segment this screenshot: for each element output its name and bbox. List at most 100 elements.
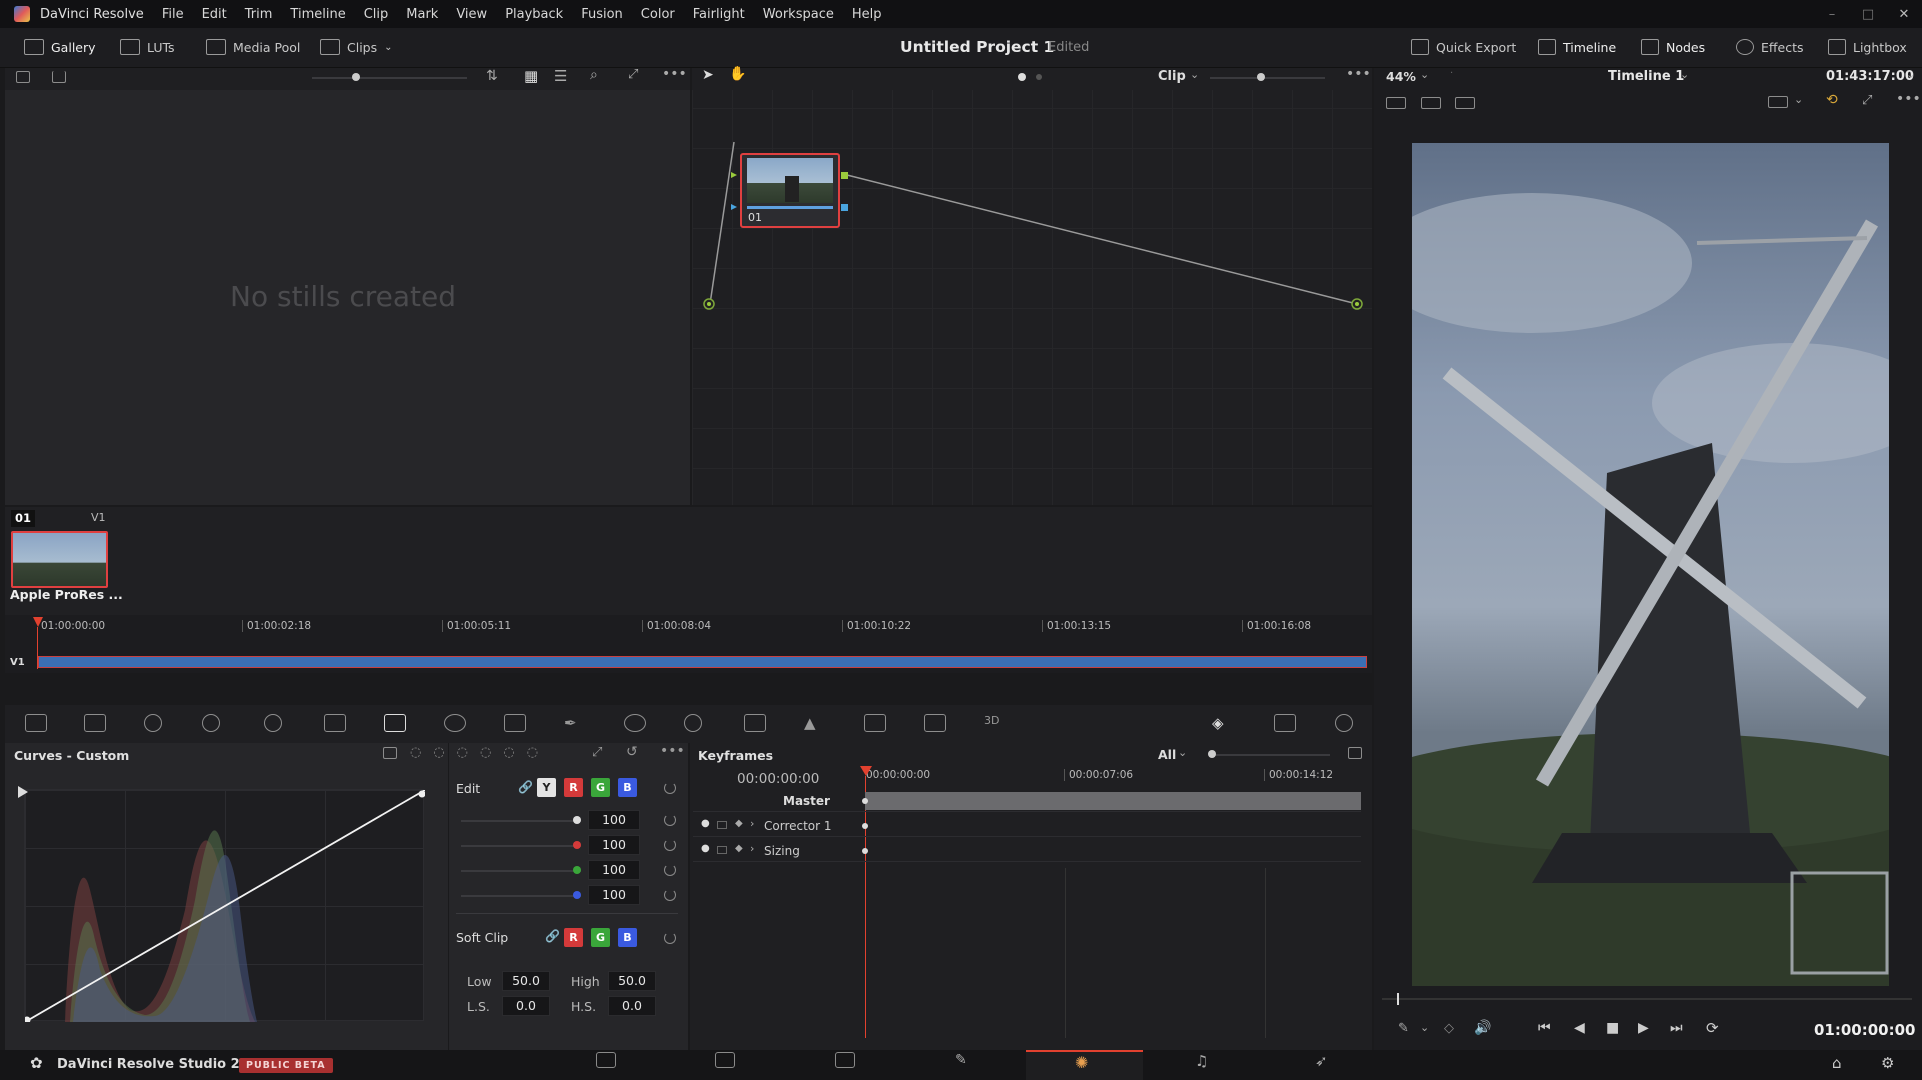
r-intensity-slider[interactable]	[461, 845, 581, 847]
curve-graph[interactable]	[23, 789, 426, 1024]
g-intensity-knob[interactable]	[573, 866, 581, 874]
keyframe-zoom-knob[interactable]	[1208, 750, 1216, 758]
reset-icon[interactable]	[664, 889, 676, 901]
thumb-size-knob[interactable]	[352, 73, 360, 81]
corrector-node-01[interactable]: 01	[740, 153, 840, 228]
grid-wipe-icon[interactable]	[1421, 97, 1441, 109]
menu-edit[interactable]: Edit	[202, 7, 227, 22]
link-icon[interactable]: 🔗	[518, 780, 533, 794]
menu-fairlight[interactable]: Fairlight	[693, 7, 745, 22]
maximize-icon[interactable]: □	[1850, 7, 1886, 22]
more-options-icon[interactable]: •••	[1346, 66, 1371, 82]
quick-export-button[interactable]: Quick Export	[1411, 39, 1516, 55]
keyframe-row-corrector[interactable]: ● ◆ › Corrector 1	[693, 815, 1361, 837]
g-intensity-slider[interactable]	[461, 870, 581, 872]
luts-button[interactable]: LUTs	[120, 39, 175, 55]
track-enable-dot-icon[interactable]: ●	[701, 818, 710, 829]
hs-value[interactable]: 0.0	[608, 996, 656, 1016]
menu-fusion[interactable]: Fusion	[581, 7, 623, 22]
track-lock-icon[interactable]	[717, 846, 727, 854]
close-icon[interactable]: ✕	[1886, 7, 1922, 22]
blur-icon[interactable]: ▲	[804, 714, 826, 732]
track-lock-icon[interactable]	[717, 821, 727, 829]
keyframe-diamond-icon[interactable]: ◆	[735, 818, 743, 829]
color-page-icon[interactable]: ✺	[1075, 1053, 1088, 1072]
keyframe-row-master[interactable]: Master	[693, 790, 1361, 812]
reset-icon[interactable]	[664, 864, 676, 876]
keyframe-zoom-slider[interactable]	[1210, 754, 1330, 756]
chevron-down-icon[interactable]: ⌄	[1794, 93, 1803, 106]
reset-icon[interactable]	[664, 932, 676, 944]
skip-forward-icon[interactable]: ⏭	[1670, 1020, 1683, 1036]
lightbox-button[interactable]: Lightbox	[1828, 39, 1907, 55]
node-view-dot[interactable]	[1018, 73, 1026, 81]
clip-thumbnail[interactable]	[11, 531, 108, 588]
sizing-icon[interactable]	[924, 714, 946, 732]
timeline-ruler[interactable]: 01:00:00:00 01:00:02:18 01:00:05:11 01:0…	[5, 618, 1372, 634]
rgb-mixer-icon[interactable]	[264, 714, 282, 732]
keyframes-panel-icon[interactable]: ◈	[1212, 714, 1234, 732]
hand-tool-icon[interactable]: ✋	[729, 66, 746, 82]
node-alpha-output[interactable]	[841, 204, 848, 211]
fusion-page-icon[interactable]: ✎	[955, 1052, 975, 1068]
motion-effects-icon[interactable]	[324, 714, 346, 732]
reset-icon[interactable]	[664, 839, 676, 851]
menu-file[interactable]: File	[162, 7, 184, 22]
viewer-overlay-icon[interactable]	[1768, 96, 1788, 108]
save-still-icon[interactable]	[52, 71, 66, 83]
node-rgb-output[interactable]	[841, 172, 848, 179]
chevron-down-icon[interactable]: ⌄	[1178, 746, 1187, 759]
skip-back-icon[interactable]: ⏮	[1538, 1020, 1551, 1036]
curve-mode-icons[interactable]: ◌◌◌◌◌◌	[410, 745, 550, 760]
deliver-page-icon[interactable]: ➶	[1315, 1052, 1335, 1070]
window-icon[interactable]	[624, 714, 646, 732]
keyframe-diamond-icon[interactable]: ◆	[735, 843, 743, 854]
r-channel-button[interactable]: R	[564, 778, 583, 797]
keyframe-dot[interactable]	[862, 798, 868, 804]
split-view-icon[interactable]	[1386, 97, 1406, 109]
r-intensity-knob[interactable]	[573, 841, 581, 849]
keyframe-dot[interactable]	[862, 823, 868, 829]
menu-trim[interactable]: Trim	[245, 7, 273, 22]
link-icon[interactable]: 🔗	[545, 929, 560, 943]
color-warper-icon[interactable]	[444, 714, 466, 732]
more-options-icon[interactable]: •••	[662, 66, 687, 82]
menu-workspace[interactable]: Workspace	[763, 7, 834, 22]
menu-color[interactable]: Color	[641, 7, 675, 22]
reset-icon[interactable]	[664, 814, 676, 826]
color-picker-icon[interactable]: ✎	[1398, 1021, 1409, 1036]
y-intensity-knob[interactable]	[573, 816, 581, 824]
info-icon[interactable]	[1335, 714, 1353, 732]
primaries-wheels-icon[interactable]	[144, 714, 162, 732]
keyframe-filter-select[interactable]: All	[1158, 747, 1176, 762]
scopes-icon[interactable]	[1274, 714, 1296, 732]
custom-curve-icon[interactable]	[383, 747, 397, 759]
node-view-dot-2[interactable]	[1036, 74, 1042, 80]
y-intensity-value[interactable]: 100	[588, 810, 640, 830]
b-intensity-knob[interactable]	[573, 891, 581, 899]
menu-timeline[interactable]: Timeline	[290, 7, 345, 22]
cut-page-icon[interactable]	[715, 1052, 735, 1068]
minimize-icon[interactable]: –	[1814, 7, 1850, 22]
list-view-icon[interactable]: ☰	[554, 67, 567, 85]
play-reverse-icon[interactable]: ◀	[1574, 1020, 1585, 1036]
timeline-clip-bar[interactable]	[38, 656, 1367, 668]
stop-icon[interactable]: ■	[1606, 1020, 1619, 1036]
g-intensity-value[interactable]: 100	[588, 860, 640, 880]
keyframe-ruler[interactable]: 00:00:00:00 00:00:07:06 00:00:14:12	[862, 767, 1362, 783]
keyframe-dot[interactable]	[862, 848, 868, 854]
y-intensity-slider[interactable]	[461, 820, 581, 822]
eyedropper-icon[interactable]: ✒	[564, 714, 586, 732]
y-channel-button[interactable]: Y	[537, 778, 556, 797]
zoom-select[interactable]: 44%	[1386, 69, 1416, 84]
soft-clip-g-button[interactable]: G	[591, 928, 610, 947]
chevron-down-icon[interactable]: ⌄	[1680, 68, 1689, 81]
g-channel-button[interactable]: G	[591, 778, 610, 797]
viewer-scrubber[interactable]	[1382, 998, 1912, 1000]
sort-icon[interactable]: ⇅	[486, 68, 498, 84]
chevron-down-icon[interactable]: ⌄	[1420, 1021, 1429, 1034]
loop-icon[interactable]: ⟳	[1706, 1019, 1719, 1037]
nodes-toggle-button[interactable]: Nodes	[1641, 39, 1705, 55]
chevron-down-icon[interactable]: ⌄	[1420, 68, 1429, 81]
media-pool-button[interactable]: Media Pool	[206, 39, 300, 55]
